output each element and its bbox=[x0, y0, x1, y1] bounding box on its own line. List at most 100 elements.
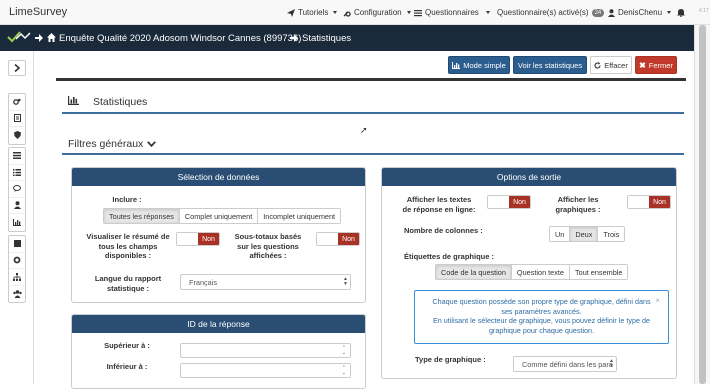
spinner-arrows-icon[interactable]: ⌃ ⌄ bbox=[342, 366, 346, 376]
show-text-inline-label: Afficher les textes de réponse en ligne: bbox=[402, 195, 476, 214]
users-icon bbox=[12, 289, 22, 298]
general-filters-heading[interactable]: Filtres généraux bbox=[68, 138, 157, 150]
sidebar-item-statistics[interactable] bbox=[9, 214, 25, 231]
comment-icon bbox=[13, 185, 21, 193]
report-language-select[interactable]: Français ▲ ▼ bbox=[180, 274, 351, 290]
info-line-2: ses paramètres avancés. bbox=[501, 306, 582, 316]
chart-type-info-alert: × Chaque question possède son propre typ… bbox=[414, 290, 669, 344]
toggle-off-half bbox=[628, 196, 649, 208]
response-id-panel: ID de la réponse Supérieur à : ⌃ ⌄ Inféri… bbox=[71, 314, 366, 389]
chart-type-label: Type de graphique : bbox=[415, 355, 486, 364]
survey-sidebar bbox=[0, 51, 34, 384]
chevron-down-icon bbox=[406, 11, 411, 14]
columns-option-one[interactable]: Un bbox=[550, 227, 571, 241]
columns-label: Nombre de colonnes : bbox=[404, 226, 483, 235]
show-graphs-label: Afficher les graphiques : bbox=[555, 195, 601, 214]
refresh-icon bbox=[594, 61, 601, 69]
sidebar-item-general-settings[interactable] bbox=[9, 94, 25, 111]
view-statistics-button-label: Voir les statistiques bbox=[517, 60, 583, 70]
close-icon[interactable]: × bbox=[655, 296, 660, 306]
sidebar-item-comments[interactable] bbox=[9, 181, 25, 198]
bell-icon[interactable] bbox=[677, 8, 685, 17]
spinner-arrows-icon[interactable]: ⌃ ⌄ bbox=[342, 346, 346, 356]
brand-logo-text[interactable]: LimeSurvey bbox=[9, 6, 67, 18]
home-icon[interactable] bbox=[47, 33, 56, 42]
sidebar-item-users[interactable] bbox=[9, 286, 25, 303]
columns-button-group: Un Deux Trois bbox=[549, 226, 626, 242]
view-statistics-button[interactable]: Voir les statistiques bbox=[513, 56, 587, 74]
output-options-panel: Options de sortie Afficher les textes de… bbox=[381, 167, 677, 379]
breadcrumb-current-page: Statistiques bbox=[302, 33, 352, 44]
page-scrollbar[interactable] bbox=[694, 25, 710, 384]
sidebar-item-sitemap[interactable] bbox=[9, 269, 25, 286]
sidebar-toggle-button[interactable] bbox=[8, 60, 26, 76]
filters-underline bbox=[62, 153, 684, 155]
nav-active-surveys[interactable]: Questionnaire(s) activé(s) 24 bbox=[497, 8, 605, 17]
nav-configuration-label: Configuration bbox=[354, 8, 402, 17]
show-graphs-toggle[interactable]: Non bbox=[627, 195, 671, 209]
sidebar-item-stop[interactable] bbox=[9, 236, 25, 253]
version-fragment: 4.17 bbox=[699, 8, 709, 14]
nav-surveys[interactable]: Questionnaires bbox=[414, 8, 479, 17]
columns-option-three[interactable]: Trois bbox=[598, 227, 625, 241]
nav-configuration[interactable]: Configuration bbox=[343, 8, 411, 17]
file-text-icon bbox=[13, 114, 21, 123]
close-button-label: Fermer bbox=[648, 60, 673, 70]
sidebar-item-texts[interactable] bbox=[9, 111, 25, 127]
subtotals-toggle[interactable]: Non bbox=[316, 232, 360, 246]
gear-icon bbox=[13, 256, 21, 264]
scrollbar-thumb[interactable] bbox=[699, 25, 706, 384]
simple-mode-button[interactable]: Mode simple bbox=[448, 56, 510, 74]
chart-labels-option-all[interactable]: Tout ensemble bbox=[569, 265, 628, 279]
summary-fields-toggle[interactable]: Non bbox=[176, 232, 220, 246]
less-than-input[interactable]: ⌃ ⌄ bbox=[180, 363, 351, 378]
square-icon bbox=[13, 240, 21, 248]
chevron-down-icon bbox=[333, 11, 338, 14]
show-text-inline-toggle[interactable]: Non bbox=[487, 195, 531, 209]
breadcrumb-survey[interactable]: Enquête Qualité 2020 Adosom Windsor Cann… bbox=[59, 33, 301, 44]
sidebar-settings-group bbox=[8, 93, 26, 145]
subtotals-toggle-no: Non bbox=[338, 233, 359, 245]
sidebar-item-security[interactable] bbox=[9, 127, 25, 144]
chevron-down-icon bbox=[667, 11, 672, 14]
sidebar-item-participants[interactable] bbox=[9, 198, 25, 214]
data-selection-panel: Sélection de données Inclure : Toutes le… bbox=[71, 167, 366, 303]
close-button[interactable]: ✖ Fermer bbox=[635, 56, 677, 74]
nav-user[interactable]: DenisChenu bbox=[608, 8, 672, 17]
include-option-all[interactable]: Toutes les réponses bbox=[104, 209, 180, 223]
plane-icon bbox=[287, 8, 295, 17]
output-options-panel-title: Options de sortie bbox=[382, 168, 676, 186]
show-graphs-toggle-no: Non bbox=[649, 196, 670, 208]
clear-button[interactable]: Effacer bbox=[590, 56, 632, 74]
close-icon: ✖ bbox=[639, 60, 646, 70]
sidebar-item-list-alt[interactable] bbox=[9, 165, 25, 181]
data-selection-panel-title: Sélection de données bbox=[72, 168, 365, 186]
chart-labels-option-text[interactable]: Question texte bbox=[511, 265, 570, 279]
chart-type-select[interactable]: Comme défini dans les para ▲ ▼ bbox=[513, 356, 617, 372]
mouse-cursor-icon: ➚ bbox=[360, 125, 368, 135]
chevron-down-icon[interactable] bbox=[486, 11, 490, 14]
info-line-3: En utilisant le sélecteur de graphique, … bbox=[433, 316, 650, 325]
user-icon bbox=[608, 8, 615, 17]
limesurvey-logo-icon[interactable] bbox=[6, 30, 32, 44]
greater-than-input[interactable]: ⌃ ⌄ bbox=[180, 343, 351, 358]
bar-chart-icon bbox=[452, 61, 461, 69]
chart-labels-option-code[interactable]: Code de la question bbox=[436, 265, 512, 279]
chevron-right-icon bbox=[14, 64, 20, 72]
report-language-value: Français bbox=[189, 277, 217, 287]
list-icon bbox=[13, 152, 21, 160]
nav-tutorials[interactable]: Tutoriels bbox=[287, 8, 338, 17]
clear-button-label: Effacer bbox=[604, 60, 628, 70]
include-option-complete[interactable]: Complet uniquement bbox=[179, 209, 259, 223]
user-icon bbox=[13, 201, 21, 210]
general-filters-label: Filtres généraux bbox=[68, 138, 144, 150]
columns-option-two[interactable]: Deux bbox=[570, 227, 599, 241]
chart-type-value: Comme défini dans les para bbox=[522, 359, 613, 369]
list-icon bbox=[414, 9, 422, 16]
sidebar-item-settings[interactable] bbox=[9, 253, 25, 269]
chart-labels-button-group: Code de la question Question texte Tout … bbox=[435, 264, 629, 280]
shield-icon bbox=[13, 131, 21, 140]
chart-labels-label: Étiquettes de graphique : bbox=[404, 252, 495, 261]
include-option-incomplete[interactable]: Incomplet uniquement bbox=[258, 209, 341, 223]
sidebar-item-list[interactable] bbox=[9, 148, 25, 165]
